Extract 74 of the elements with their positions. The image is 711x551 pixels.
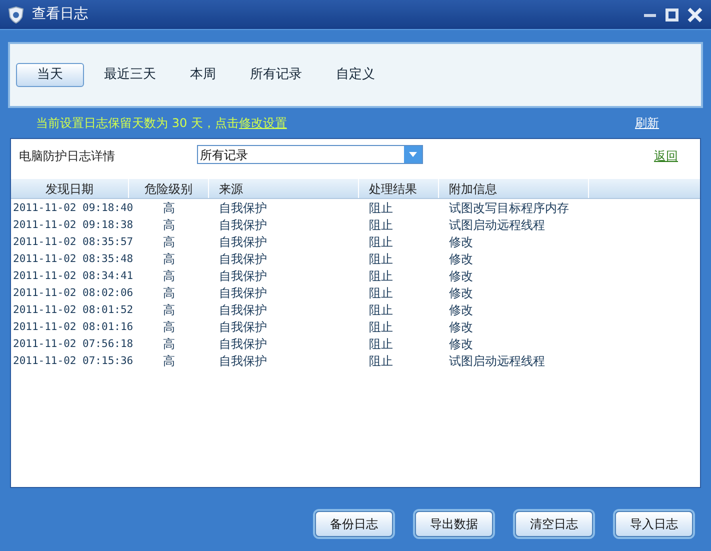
table-cell: 自我保护 (219, 336, 267, 350)
table-cell: 自我保护 (219, 320, 267, 334)
table-cell: 阻止 (369, 286, 393, 300)
table-cell: 自我保护 (219, 234, 267, 248)
table-cell: 高 (163, 320, 175, 334)
tab[interactable]: 本周 (176, 63, 230, 87)
table-cell: 修改 (449, 268, 473, 282)
action-button[interactable]: 导入日志 (615, 510, 693, 536)
tab[interactable]: 当天 (16, 63, 84, 87)
table-cell: 高 (163, 354, 175, 368)
table-cell: 高 (163, 286, 175, 300)
table-cell: 高 (163, 218, 175, 232)
refresh-link[interactable]: 刷新 (635, 114, 659, 132)
table-cell: 2011-11-02 07:15:36 (13, 355, 134, 368)
table-cell: 阻止 (369, 252, 393, 266)
table-cell: 修改 (449, 286, 473, 300)
column-header[interactable]: 发现日期 (11, 179, 129, 198)
maximize-icon[interactable] (665, 8, 679, 22)
table-cell: 高 (163, 268, 175, 282)
table-cell: 阻止 (369, 354, 393, 368)
table-cell: 修改 (449, 336, 473, 350)
table-cell: 阻止 (369, 200, 393, 214)
table-cell: 阻止 (369, 218, 393, 232)
table-cell: 2011-11-02 08:01:16 (13, 321, 134, 334)
table-cell: 2011-11-02 08:35:57 (13, 236, 134, 248)
shield-icon (8, 6, 24, 24)
window-title: 查看日志 (32, 5, 88, 24)
table-cell: 高 (163, 336, 175, 350)
table-cell: 自我保护 (219, 200, 267, 214)
column-header[interactable]: 来源 (209, 179, 359, 198)
table-cell: 自我保护 (219, 286, 267, 300)
tab[interactable]: 自定义 (322, 63, 389, 87)
column-header[interactable]: 附加信息 (439, 179, 589, 198)
table-cell: 2011-11-02 08:02:06 (13, 287, 134, 300)
table-cell: 修改 (449, 302, 473, 316)
back-link[interactable]: 返回 (654, 147, 678, 165)
table-cell: 高 (163, 200, 175, 214)
table-cell: 2011-11-02 08:34:41 (13, 270, 134, 282)
table-cell: 自我保护 (219, 302, 267, 316)
action-button[interactable]: 清空日志 (515, 510, 593, 536)
table-cell: 2011-11-02 08:35:48 (13, 253, 134, 266)
table-cell: 自我保护 (219, 252, 267, 266)
close-icon[interactable] (687, 6, 703, 22)
table-cell: 2011-11-02 09:18:40 (13, 202, 134, 214)
table-cell: 2011-11-02 08:01:52 (13, 304, 134, 316)
modify-settings-link[interactable]: 修改设置 (238, 116, 287, 130)
table-cell: 修改 (449, 320, 473, 334)
table-cell: 试图启动远程线程 (449, 354, 545, 368)
table-cell: 2011-11-02 07:56:18 (13, 338, 134, 350)
column-header[interactable]: 处理结果 (359, 179, 439, 198)
table-cell: 试图改写目标程序内存 (449, 200, 569, 214)
table-cell: 修改 (449, 234, 473, 248)
tab[interactable]: 最近三天 (90, 63, 170, 87)
table-cell: 阻止 (369, 320, 393, 334)
table-cell: 自我保护 (219, 354, 267, 368)
table-cell: 2011-11-02 09:18:38 (13, 219, 134, 232)
table-cell: 阻止 (369, 268, 393, 282)
table-cell: 阻止 (369, 234, 393, 248)
table-cell: 高 (163, 234, 175, 248)
tab[interactable]: 所有记录 (236, 63, 316, 87)
table-cell: 自我保护 (219, 218, 267, 232)
table-cell: 自我保护 (219, 268, 267, 282)
table-cell: 阻止 (369, 336, 393, 350)
detail-label: 电脑防护日志详情 (19, 148, 116, 165)
table-cell: 阻止 (369, 302, 393, 316)
table-cell: 修改 (449, 252, 473, 266)
action-button[interactable]: 导出数据 (415, 510, 493, 536)
column-header[interactable]: 危险级别 (129, 179, 209, 198)
filter-dropdown[interactable]: 所有记录 (197, 145, 423, 164)
table-cell: 试图启动远程线程 (449, 218, 545, 232)
notice-text: 当前设置日志保留天数为 30 天，点击修改设置 (36, 115, 287, 132)
table-cell: 高 (163, 252, 175, 266)
action-button[interactable]: 备份日志 (315, 510, 393, 536)
table-cell: 高 (163, 302, 175, 316)
